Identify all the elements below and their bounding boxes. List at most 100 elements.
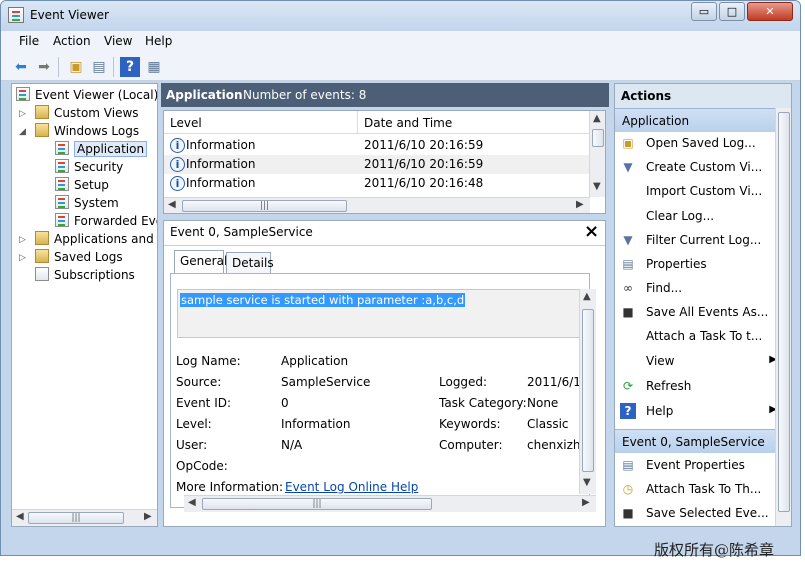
back-arrow-icon[interactable]: ⬅	[11, 57, 31, 77]
collapse-arrow-icon[interactable]: ◢	[19, 127, 29, 137]
table-row[interactable]: i Information 2011/6/10 20:16:48	[164, 174, 590, 193]
folder-icon	[35, 231, 49, 245]
event-viewer-icon	[16, 87, 30, 101]
menu-view[interactable]: View	[104, 34, 132, 48]
event-viewer-window: Event Viewer ▭ □ ✕ File Action View Help…	[0, 0, 801, 556]
tree-event-viewer-local[interactable]: Event Viewer (Local)	[16, 87, 157, 104]
events-horizontal-scrollbar[interactable]: ◀ ||| ▶	[164, 197, 590, 213]
up-folder-icon[interactable]: ▣	[66, 57, 86, 77]
actions-pane: Actions Application ▲ ▣Open Saved Log...…	[614, 83, 792, 527]
detail-horizontal-scrollbar[interactable]: ◀ ||| ▶	[184, 495, 596, 512]
expand-arrow-icon[interactable]: ▷	[19, 253, 29, 263]
close-button[interactable]: ✕	[747, 2, 793, 21]
tree-security[interactable]: Security	[55, 159, 123, 176]
tree-saved-logs[interactable]: Saved Logs	[35, 249, 123, 266]
action-open-saved-log[interactable]: ▣ Open Saved Log...	[620, 134, 783, 154]
action-help[interactable]: ? Help ▶	[620, 402, 783, 422]
events-vertical-scrollbar[interactable]: ▲ ▼	[589, 111, 605, 197]
actions-title: Actions	[615, 84, 791, 108]
scroll-left-icon[interactable]: ◀	[188, 497, 196, 508]
properties-pane-icon[interactable]: ▦	[144, 57, 164, 77]
scrollbar-thumb[interactable]	[582, 309, 594, 472]
action-create-custom-view[interactable]: ▼ Create Custom Vi...	[620, 158, 783, 178]
tree-application[interactable]: Application	[55, 141, 148, 158]
action-save-all-events[interactable]: ■ Save All Events As...	[620, 303, 783, 323]
level-value: Information	[281, 417, 351, 431]
tab-details[interactable]: Details	[226, 252, 274, 274]
scrollbar-thumb[interactable]	[592, 129, 604, 147]
folder-open-icon	[35, 123, 49, 137]
column-header-date-time[interactable]: Date and Time	[358, 111, 590, 134]
action-properties[interactable]: ▤ Properties	[620, 255, 783, 275]
scroll-up-icon[interactable]: ▲	[593, 113, 601, 124]
tree-custom-views[interactable]: Custom Views	[35, 105, 139, 122]
tree-windows-logs[interactable]: Windows Logs	[35, 123, 139, 140]
event-description[interactable]: sample service is started with parameter…	[180, 293, 466, 307]
events-list[interactable]: Level Date and Time i Information 2011/6…	[163, 110, 606, 214]
forward-arrow-icon[interactable]: ➡	[34, 57, 54, 77]
scrollbar-thumb[interactable]: |||	[202, 498, 432, 510]
action-import-custom-view[interactable]: Import Custom Vi...	[620, 182, 783, 202]
event-description-box[interactable]: sample service is started with parameter…	[177, 289, 584, 338]
event-viewer-icon	[8, 7, 24, 23]
title-bar[interactable]: Event Viewer ▭ □ ✕	[1, 1, 800, 31]
event-id-label: Event ID:	[176, 396, 232, 410]
action-find[interactable]: ∞ Find...	[620, 279, 783, 299]
help-icon[interactable]: ?	[120, 57, 140, 77]
left-horizontal-scrollbar[interactable]: ◀ ||| ▶	[12, 509, 157, 526]
watermark-text: 版权所有@陈希章	[654, 541, 775, 559]
scroll-down-icon[interactable]: ▼	[583, 477, 591, 488]
log-icon	[55, 213, 69, 227]
table-row[interactable]: i Information 2011/6/10 20:16:59	[164, 136, 590, 155]
scroll-left-icon[interactable]: ◀	[168, 199, 176, 210]
filter-icon: ▼	[623, 233, 633, 247]
source-label: Source:	[176, 375, 222, 389]
section-event-sampleservice[interactable]: Event 0, SampleService ▲	[615, 429, 791, 453]
log-title: Application	[166, 88, 243, 102]
detail-vertical-scrollbar[interactable]: ▲ ▼	[579, 289, 596, 494]
minimize-button[interactable]: ▭	[691, 2, 717, 21]
scroll-right-icon[interactable]: ▶	[582, 497, 590, 508]
show-hide-tree-icon[interactable]: ▤	[89, 57, 109, 77]
menu-help[interactable]: Help	[145, 34, 172, 48]
section-application[interactable]: Application ▲	[615, 108, 791, 132]
actions-vertical-scrollbar[interactable]	[775, 108, 791, 526]
tree-subscriptions[interactable]: Subscriptions	[35, 267, 135, 284]
expand-arrow-icon[interactable]: ▷	[19, 109, 29, 119]
scrollbar-thumb[interactable]: |||	[28, 512, 124, 524]
menu-file[interactable]: File	[19, 34, 39, 48]
event-count: Number of events: 8	[243, 88, 367, 102]
action-attach-task-event[interactable]: ◷ Attach Task To Th...	[620, 480, 783, 500]
scroll-right-icon[interactable]: ▶	[144, 511, 152, 522]
scroll-up-icon[interactable]: ▲	[583, 291, 591, 302]
tree-forwarded-events[interactable]: Forwarded Even	[55, 213, 157, 230]
column-header-level[interactable]: Level	[164, 111, 358, 134]
action-save-selected-events[interactable]: ■ Save Selected Eve...	[620, 504, 783, 524]
menu-action[interactable]: Action	[53, 34, 91, 48]
more-information-label: More Information:	[176, 480, 284, 494]
save-icon: ■	[622, 506, 634, 520]
tree-applications-services[interactable]: Applications and Se	[35, 231, 157, 248]
action-refresh[interactable]: ⟳ Refresh	[620, 377, 783, 397]
scrollbar-thumb[interactable]	[778, 112, 790, 512]
maximize-button[interactable]: □	[719, 2, 745, 21]
tree-system[interactable]: System	[55, 195, 119, 212]
action-filter-current-log[interactable]: ▼ Filter Current Log...	[620, 231, 783, 251]
event-log-online-help-link[interactable]: Event Log Online Help	[285, 480, 418, 494]
action-clear-log[interactable]: Clear Log...	[620, 207, 783, 227]
table-row[interactable]: i Information 2011/6/10 20:16:59	[164, 155, 590, 174]
action-event-properties[interactable]: ▤ Event Properties	[620, 456, 783, 476]
scroll-left-icon[interactable]: ◀	[16, 511, 24, 522]
refresh-icon: ⟳	[622, 379, 634, 393]
scroll-right-icon[interactable]: ▶	[576, 199, 584, 210]
tab-general[interactable]: General	[174, 250, 227, 274]
close-detail-icon[interactable]: ×	[584, 221, 599, 242]
action-view[interactable]: View ▶	[620, 352, 783, 372]
scrollbar-thumb[interactable]: |||	[182, 200, 347, 212]
window-title: Event Viewer	[30, 8, 109, 22]
expand-arrow-icon[interactable]: ▷	[19, 235, 29, 245]
action-attach-task-log[interactable]: Attach a Task To t...	[620, 327, 783, 347]
event-detail-title: Event 0, SampleService	[170, 225, 313, 239]
tree-setup[interactable]: Setup	[55, 177, 109, 194]
scroll-down-icon[interactable]: ▼	[593, 181, 601, 192]
